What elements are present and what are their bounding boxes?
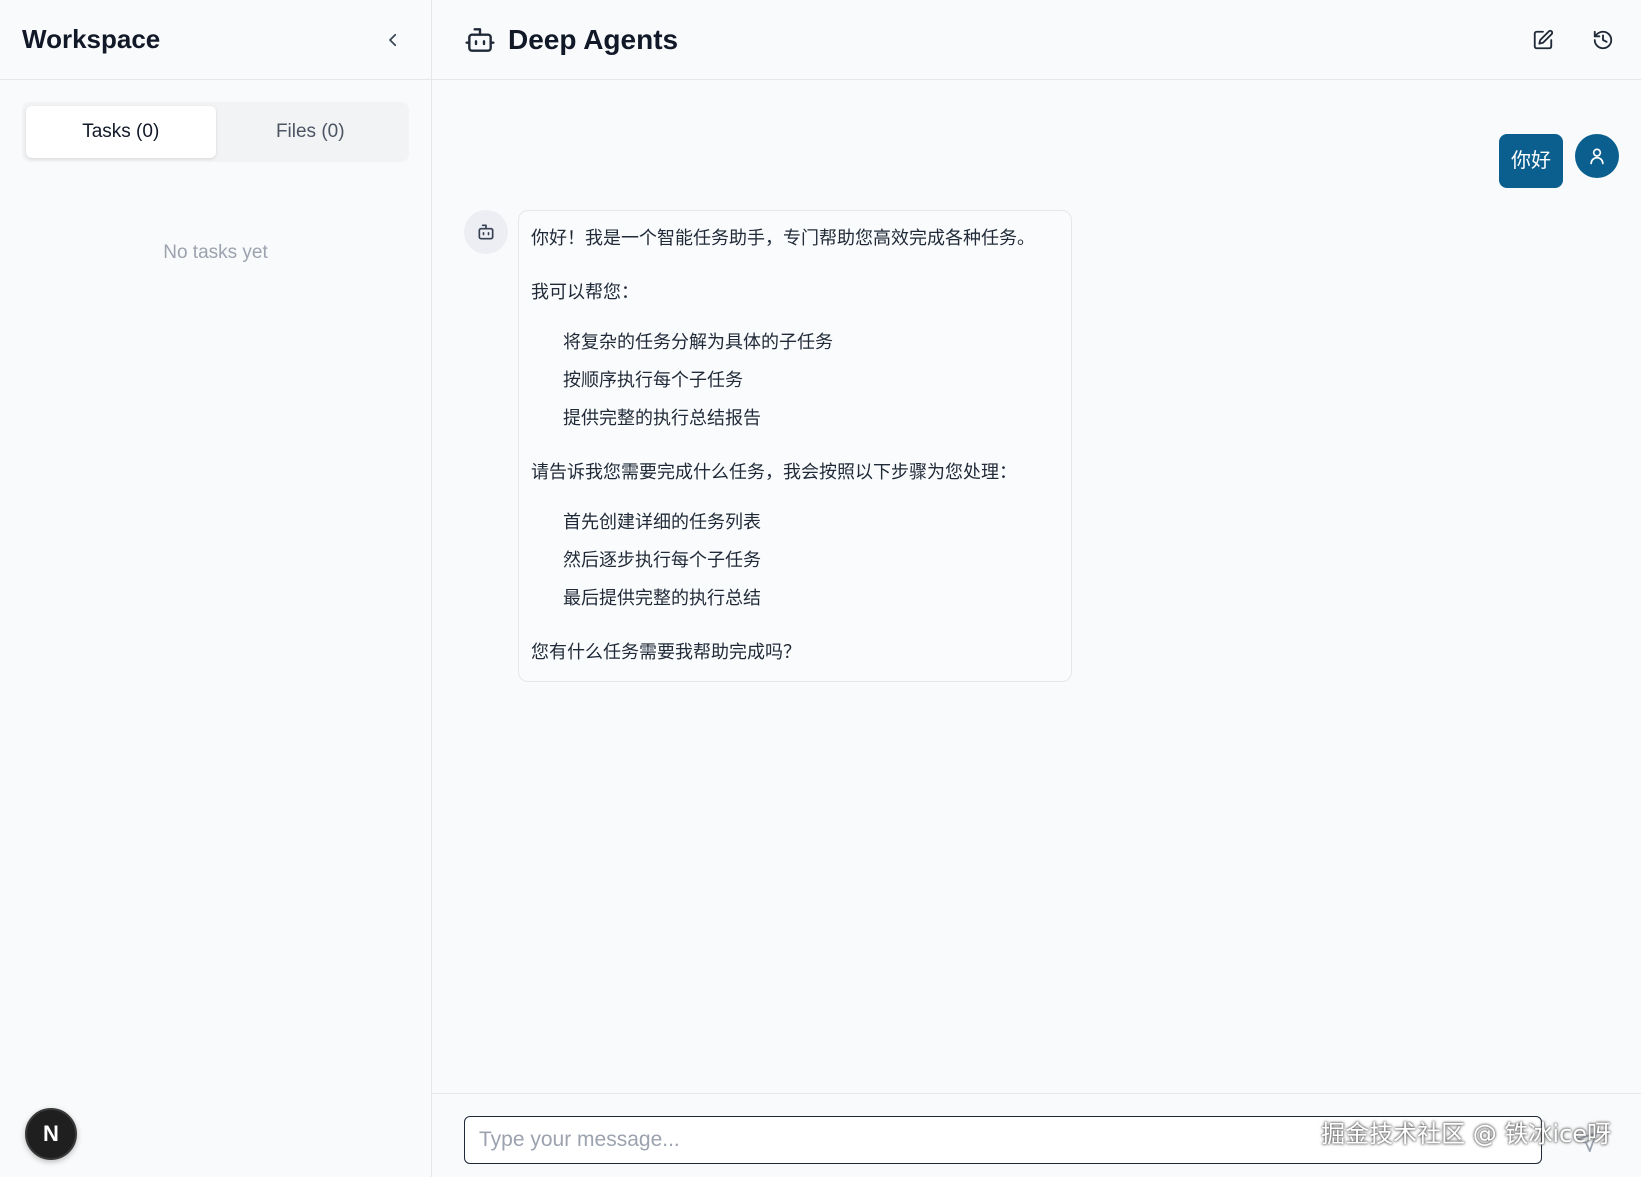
assistant-message: 你好！我是一个智能任务助手，专门帮助您高效完成各种任务。 我可以帮您： 将复杂的…: [464, 210, 1072, 682]
sidebar-title: Workspace: [22, 24, 161, 54]
tasks-empty-state: No tasks yet: [163, 242, 268, 263]
history-icon: [1593, 30, 1613, 49]
tab-tasks[interactable]: Tasks (0): [26, 106, 216, 158]
tab-files[interactable]: Files (0): [216, 106, 406, 158]
list-item: 将复杂的任务分解为具体的子任务: [563, 332, 833, 352]
assistant-can-help: 我可以帮您：: [531, 282, 639, 302]
history-button[interactable]: [1587, 24, 1619, 56]
sidebar-tabs: Tasks (0) Files (0): [22, 102, 409, 162]
collapse-sidebar-button[interactable]: [377, 24, 409, 56]
help-list: 将复杂的任务分解为具体的子任务 按顺序执行每个子任务 提供完整的执行总结报告: [531, 329, 1059, 431]
list-item: 提供完整的执行总结报告: [563, 408, 761, 428]
chevron-left-icon: [389, 33, 397, 46]
assistant-closing: 您有什么任务需要我帮助完成吗？: [531, 642, 801, 662]
message-list: 你好 你好！我是一个智能任务助手，专门帮助您高效完成各种任务。 我可以帮您： 将…: [432, 80, 1641, 1093]
assistant-avatar: [464, 210, 508, 254]
list-item: 首先创建详细的任务列表: [563, 512, 761, 532]
robot-icon: [465, 27, 495, 52]
framework-badge[interactable]: N: [25, 1108, 77, 1160]
send-icon: [1576, 1131, 1598, 1153]
user-icon: [1590, 148, 1604, 165]
user-avatar: [1575, 134, 1619, 178]
composer: 掘金技术社区 @ 铁冰ice呀: [432, 1093, 1641, 1177]
chat-header: Deep Agents: [432, 0, 1641, 80]
chat-title: Deep Agents: [508, 23, 679, 55]
list-item: 最后提供完整的执行总结: [563, 588, 761, 608]
assistant-intro: 你好！我是一个智能任务助手，专门帮助您高效完成各种任务。: [531, 228, 1035, 248]
user-message: 你好: [1499, 134, 1619, 188]
list-item: 然后逐步执行每个子任务: [563, 550, 761, 570]
sidebar-header: Workspace: [0, 0, 431, 80]
app-window: Workspace Tasks (0) Files (0) No tasks y…: [0, 0, 1641, 1177]
chat-panel: Deep Agents 你好 你好！我是一个智能任务助手，专门帮助您高效完成各种…: [432, 0, 1641, 1177]
list-item: 按顺序执行每个子任务: [563, 370, 743, 390]
assistant-steps-intro: 请告诉我您需要完成什么任务，我会按照以下步骤为您处理：: [531, 462, 1017, 482]
robot-icon: [478, 224, 494, 240]
user-message-bubble: 你好: [1499, 134, 1563, 188]
edit-icon: [1533, 29, 1554, 49]
header-actions: [1527, 24, 1619, 56]
sidebar: Workspace Tasks (0) Files (0) No tasks y…: [0, 0, 432, 1177]
new-chat-button[interactable]: [1527, 24, 1559, 56]
steps-list: 首先创建详细的任务列表 然后逐步执行每个子任务 最后提供完整的执行总结: [531, 509, 1059, 611]
send-button[interactable]: [1571, 1126, 1603, 1158]
assistant-message-bubble: 你好！我是一个智能任务助手，专门帮助您高效完成各种任务。 我可以帮您： 将复杂的…: [518, 210, 1072, 682]
chat-title-group: Deep Agents: [464, 24, 678, 56]
message-input[interactable]: [464, 1116, 1542, 1164]
